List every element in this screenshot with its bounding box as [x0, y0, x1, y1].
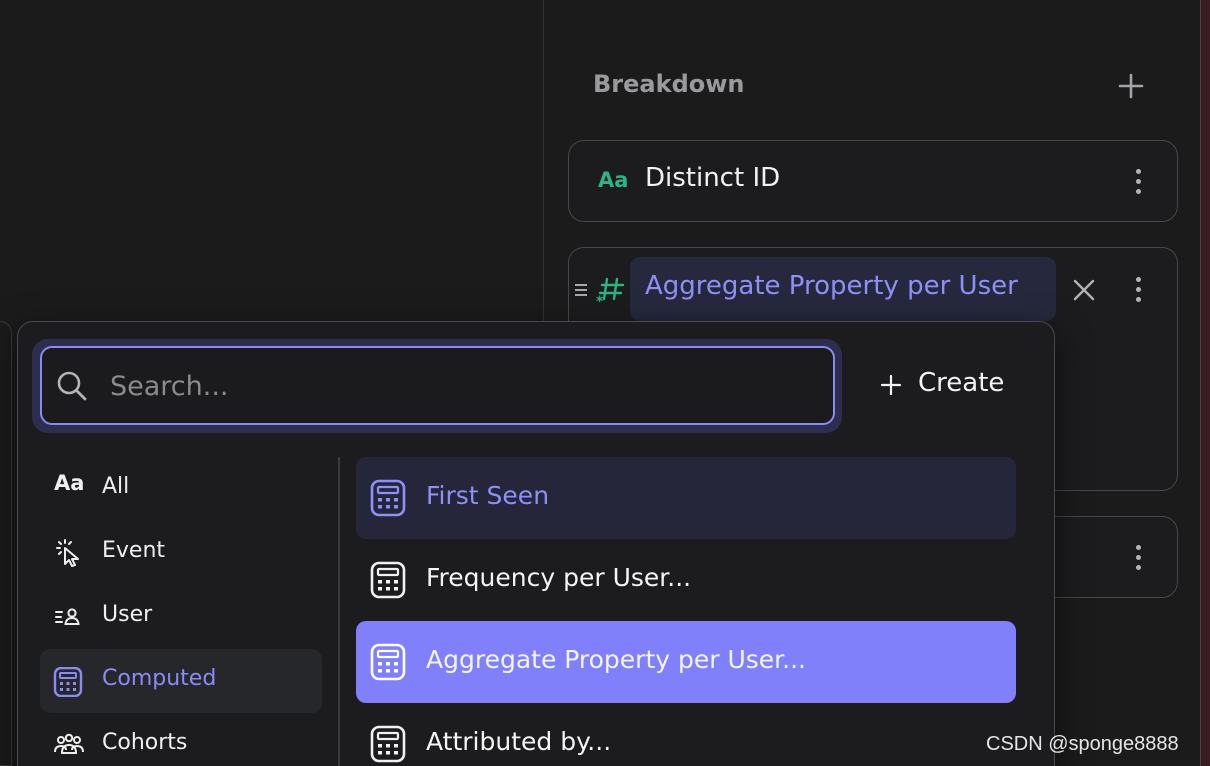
property-label: Aggregate Property per User... — [426, 645, 807, 674]
category-label: User — [102, 602, 153, 627]
property-frequency-per-user[interactable]: Frequency per User... — [356, 539, 1016, 621]
calculator-icon — [369, 725, 407, 763]
property-label: First Seen — [426, 481, 550, 510]
cohorts-icon — [53, 731, 84, 759]
more-options-icon[interactable] — [1134, 167, 1142, 197]
computed-number-icon: * — [595, 273, 627, 310]
category-event[interactable]: Event — [40, 521, 322, 585]
property-label: Frequency per User... — [426, 563, 692, 592]
text-type-icon: Aa — [54, 471, 85, 495]
more-options-icon[interactable] — [1134, 275, 1142, 305]
text-type-icon: Aa — [598, 168, 629, 192]
close-icon[interactable] — [1071, 277, 1097, 303]
breakdown-title: Breakdown — [593, 70, 745, 98]
property-aggregate-per-user[interactable]: Aggregate Property per User... — [356, 621, 1016, 703]
add-breakdown-button[interactable] — [1116, 71, 1146, 101]
property-label: Attributed by... — [426, 727, 612, 756]
svg-text:*: * — [596, 294, 604, 307]
plus-icon — [880, 374, 902, 396]
breakdown-card-label: Aggregate Property per User — [645, 271, 1018, 301]
search-icon — [55, 369, 89, 403]
watermark: CSDN @sponge8888 — [986, 733, 1179, 755]
category-divider — [338, 457, 340, 766]
calculator-icon — [369, 479, 407, 517]
drag-handle-icon[interactable] — [575, 282, 589, 298]
category-all[interactable]: Aa All — [40, 457, 322, 521]
category-cohorts[interactable]: Cohorts — [40, 713, 322, 766]
search-input[interactable] — [110, 364, 810, 408]
cursor-click-icon — [53, 539, 83, 567]
window-edge — [1200, 0, 1210, 766]
user-list-icon — [53, 603, 83, 631]
category-label: Cohorts — [102, 730, 188, 755]
calculator-icon — [369, 561, 407, 599]
property-attributed-by[interactable]: Attributed by... — [356, 703, 1016, 766]
create-button-label: Create — [918, 368, 1005, 398]
more-options-icon[interactable] — [1134, 543, 1142, 573]
calculator-icon — [369, 643, 407, 681]
property-first-seen[interactable]: First Seen — [356, 457, 1016, 539]
plus-icon — [1118, 73, 1144, 99]
category-label: Event — [102, 538, 166, 563]
app-root: Breakdown Aa Distinct ID * Aggregate Pro… — [0, 0, 1210, 766]
breakdown-card-label: Distinct ID — [645, 163, 781, 193]
category-label: All — [102, 474, 130, 499]
category-user[interactable]: User — [40, 585, 322, 649]
calculator-icon — [53, 666, 83, 698]
background-panel — [0, 321, 12, 766]
category-label: Computed — [102, 666, 217, 691]
category-computed[interactable]: Computed — [40, 649, 322, 713]
